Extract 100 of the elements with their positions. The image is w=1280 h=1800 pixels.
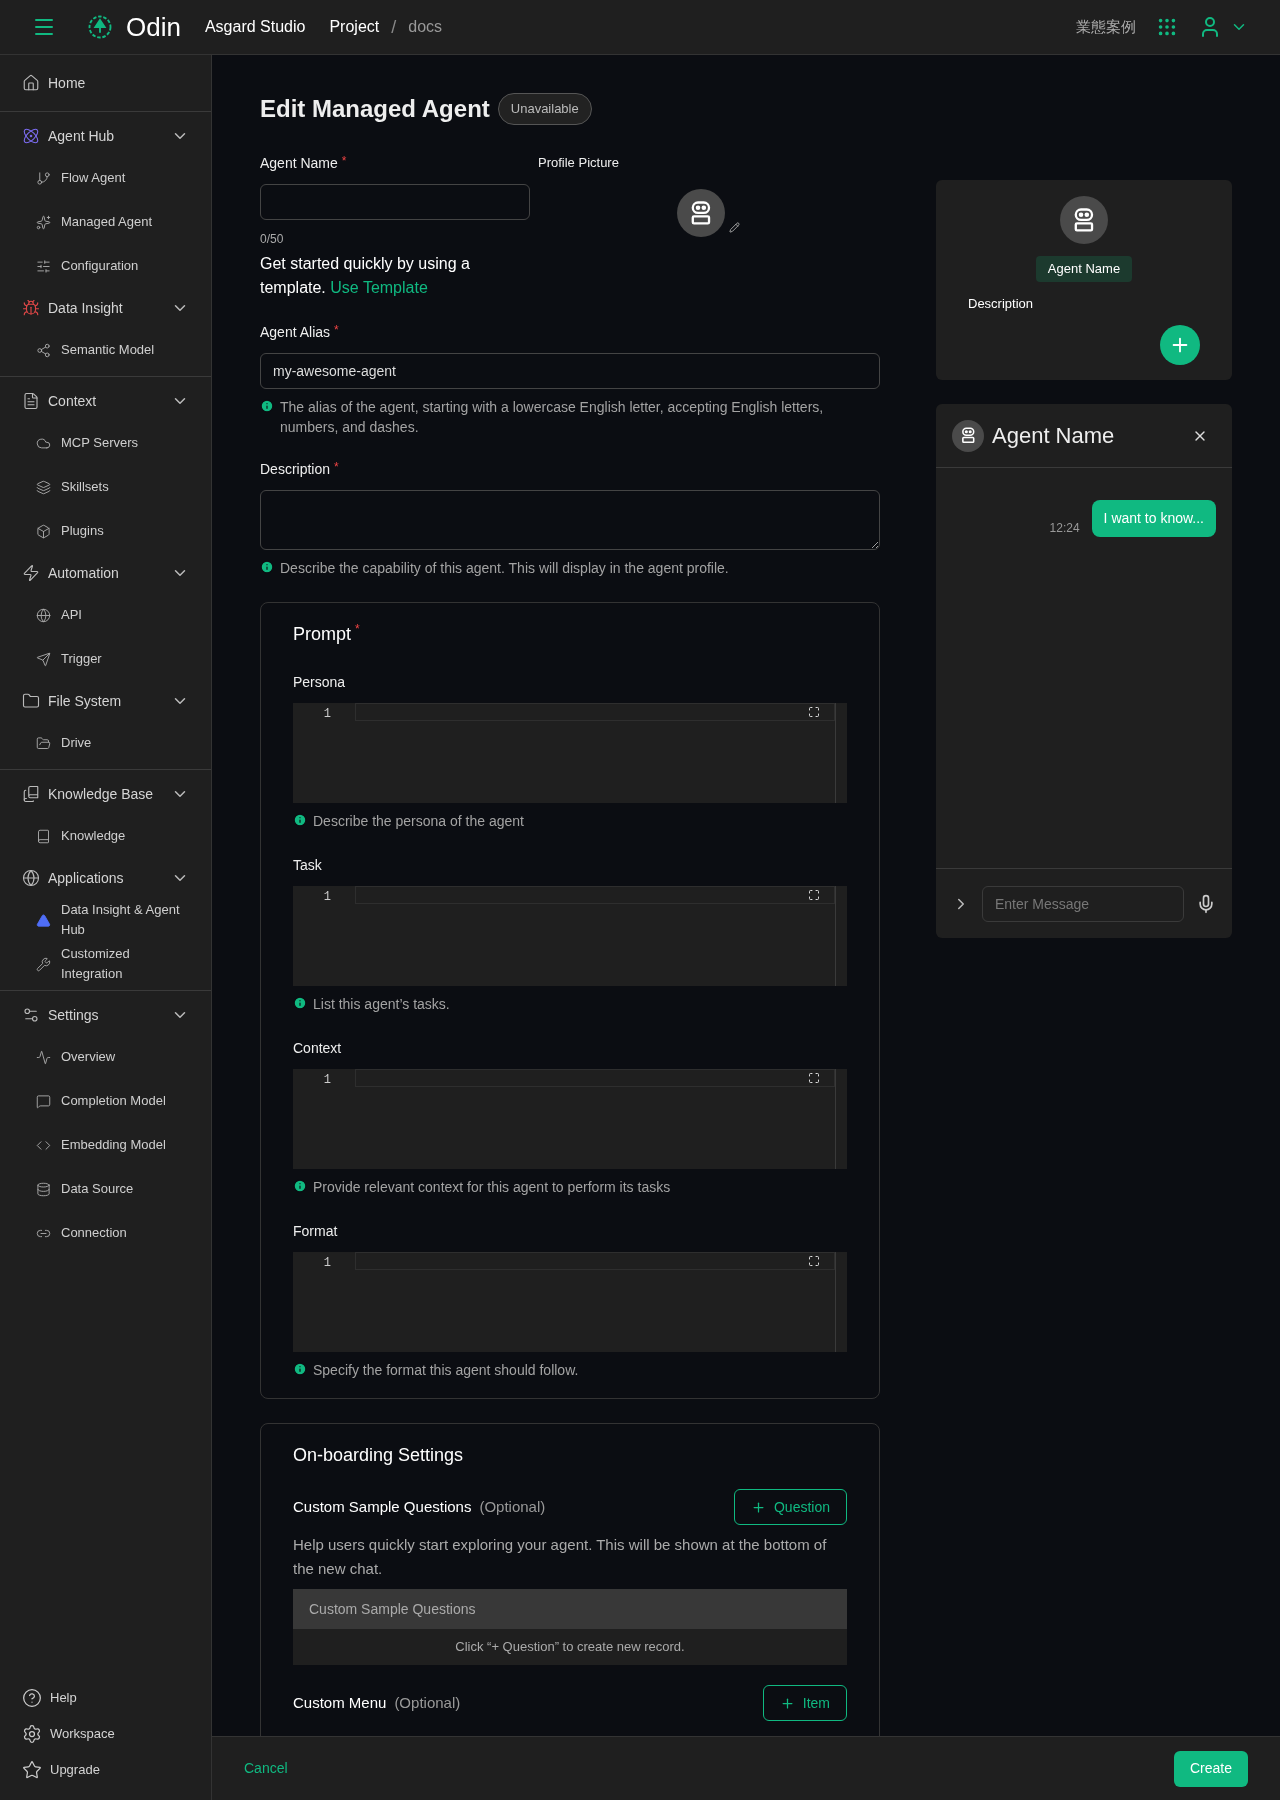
sidebar-group[interactable]: Automation	[0, 553, 211, 593]
table-header: Custom Sample Questions	[293, 1589, 847, 1629]
help-icon	[22, 1688, 42, 1708]
pulse-icon	[36, 1049, 51, 1065]
sidebar-footer-item[interactable]: Workspace	[0, 1716, 211, 1752]
cloud-icon	[36, 435, 51, 451]
info-icon	[260, 560, 274, 574]
sidebar-item[interactable]: Embedding Model	[0, 1123, 211, 1167]
message-bubble: I want to know...	[1091, 500, 1216, 537]
sidebar-item[interactable]: Customized Integration	[0, 942, 211, 986]
sidebar-item[interactable]: Managed Agent	[0, 200, 211, 244]
sidebar-item[interactable]: Data Source	[0, 1167, 211, 1211]
template-hint: Get started quickly by using a template. Use Template	[260, 254, 471, 298]
info-icon	[293, 996, 307, 1010]
sidebar-label: Agent Hub	[48, 126, 116, 146]
sidebar-item[interactable]: Connection	[0, 1211, 211, 1255]
sidebar-label: Automation	[48, 563, 120, 583]
cancel-button[interactable]: Cancel	[244, 1758, 288, 1779]
code-editor[interactable]: 1	[293, 703, 847, 803]
char-counter: 0/50	[260, 231, 285, 248]
sidebar-item[interactable]: Semantic Model	[0, 328, 211, 372]
sidebar-item[interactable]: Plugins	[0, 509, 211, 553]
add-button[interactable]	[1160, 325, 1200, 365]
sidebar-item[interactable]: Data Insight & Agent Hub	[0, 898, 211, 942]
expand-icon[interactable]	[808, 889, 820, 901]
field-label: Agent Alias *	[260, 322, 340, 342]
expand-icon[interactable]	[808, 1072, 820, 1084]
input-field[interactable]: my-awesome-agent	[260, 353, 880, 389]
sidebar-footer-item[interactable]: Upgrade	[0, 1752, 211, 1788]
message-time: 12:24	[1049, 520, 1080, 537]
sidebar-group[interactable]: Knowledge Base	[0, 774, 211, 814]
microphone-icon[interactable]	[1196, 893, 1216, 914]
sidebar-label: Context	[48, 391, 98, 411]
breadcrumb-item[interactable]: Project	[329, 15, 380, 39]
sidebar-group[interactable]: Home	[0, 63, 211, 103]
logo-icon	[86, 13, 114, 41]
optional-label: (Optional)	[394, 1692, 461, 1713]
sidebar-item[interactable]: Flow Agent	[0, 156, 211, 200]
section-label: Custom Sample Questions	[293, 1496, 472, 1517]
sidebar-item[interactable]: Completion Model	[0, 1079, 211, 1123]
sidebar-group[interactable]: Data Insight	[0, 288, 211, 328]
textarea-field[interactable]	[260, 490, 880, 550]
sidebar-item[interactable]: Knowledge	[0, 814, 211, 858]
help-text: The alias of the agent, starting with a lowercase English letter, accepting English letters, numbers, and dashes.	[280, 398, 825, 437]
apps-grid-icon[interactable]	[1156, 16, 1178, 38]
section-description: Help users quickly start exploring your agent. This will be shown at the bottom of the new chat.	[293, 1535, 828, 1579]
sidebar-group[interactable]: Applications	[0, 858, 211, 898]
lightning-icon	[22, 564, 40, 582]
add-button[interactable]: Question	[733, 1489, 847, 1525]
breadcrumb-item[interactable]: docs	[408, 15, 443, 39]
sidebar-item[interactable]: API	[0, 593, 211, 637]
agent-name-badge: Agent Name	[1035, 256, 1133, 282]
sidebar-label: File System	[48, 691, 123, 711]
preview-description: Description	[968, 294, 1035, 313]
settings-icon	[22, 1006, 40, 1024]
edit-icon[interactable]	[729, 221, 740, 233]
field-label: Persona	[293, 673, 347, 692]
send-icon	[36, 651, 51, 667]
star-icon	[22, 1760, 42, 1780]
workspace-name[interactable]: Asgard Studio	[204, 15, 306, 39]
expand-icon[interactable]	[808, 706, 820, 718]
code-editor[interactable]: 1	[293, 1252, 847, 1352]
code-editor[interactable]: 1	[293, 886, 847, 986]
help-text: Specify the format this agent should follow.	[313, 1361, 579, 1380]
sidebar-group[interactable]: Agent Hub	[0, 116, 211, 156]
wrench-icon	[36, 956, 51, 972]
sidebar-item[interactable]: MCP Servers	[0, 421, 211, 465]
field-label: Description *	[260, 459, 340, 479]
sidebar-footer-item[interactable]: Help	[0, 1680, 211, 1716]
field-label: Task	[293, 856, 323, 875]
network-icon	[36, 342, 51, 358]
use-template-link[interactable]: Use Template	[330, 279, 428, 296]
empty-message: Click “+ Question” to create new record.	[293, 1629, 847, 1665]
document-icon	[22, 392, 40, 410]
sidebar-item[interactable]: Skillsets	[0, 465, 211, 509]
help-text: Provide relevant context for this agent to perform its tasks	[313, 1178, 671, 1197]
sidebar-item[interactable]: Overview	[0, 1035, 211, 1079]
case-link[interactable]: 業態案例	[1076, 15, 1136, 39]
add-button[interactable]: Item	[762, 1685, 847, 1721]
book-icon	[36, 828, 51, 844]
sidebar-item[interactable]: Trigger	[0, 637, 211, 681]
page-title: Edit Managed Agent	[260, 94, 490, 124]
plus-icon	[750, 1499, 766, 1515]
atom-icon	[22, 127, 40, 145]
expand-icon[interactable]	[808, 1255, 820, 1267]
message-input[interactable]: Enter Message	[982, 885, 1184, 922]
help-text: List this agent’s tasks.	[313, 995, 450, 1014]
sidebar-group[interactable]: File System	[0, 681, 211, 721]
code-editor[interactable]: 1	[293, 1069, 847, 1169]
sidebar-label: Applications	[48, 868, 125, 888]
info-icon	[293, 1179, 307, 1193]
sidebar-group[interactable]: Settings	[0, 995, 211, 1035]
sidebar-group[interactable]: Context	[0, 381, 211, 421]
sidebar-item[interactable]: Drive	[0, 721, 211, 765]
card-title: On-boarding Settings	[293, 1444, 465, 1467]
avatar-icon	[952, 419, 984, 452]
sidebar-label: Knowledge Base	[48, 784, 155, 804]
input-field[interactable]	[260, 184, 530, 220]
sidebar-item[interactable]: Configuration	[0, 244, 211, 288]
triangle-icon	[36, 912, 51, 928]
